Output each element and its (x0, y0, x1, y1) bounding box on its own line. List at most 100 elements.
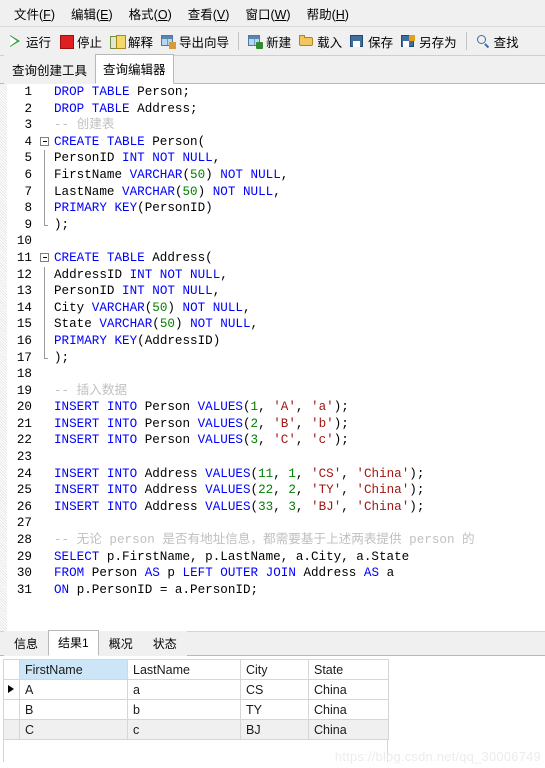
code-line[interactable]: -- 创建表 (51, 117, 545, 134)
fold-marker-slot[interactable] (38, 250, 51, 267)
code-line[interactable]: DROP TABLE Person; (51, 84, 545, 101)
table-cell[interactable]: BJ (240, 719, 309, 740)
run-triangle-icon (8, 34, 23, 49)
table-cell[interactable]: b (127, 699, 241, 720)
result-tab-2[interactable]: 结果1 (48, 630, 99, 656)
code-line[interactable]: INSERT INTO Address VALUES(11, 1, 'CS', … (51, 466, 545, 483)
token-cmt: -- 插入数据 (54, 383, 128, 398)
table-cell[interactable]: TY (240, 699, 309, 720)
table-cell[interactable]: A (19, 679, 128, 700)
toolbar-button-explain-note[interactable]: 解释 (106, 30, 157, 53)
toolbar-button-stop-square[interactable]: 停止 (55, 30, 106, 53)
token-str: 'C' (273, 433, 296, 448)
menu-item-3[interactable]: 格式(O) (121, 1, 180, 26)
menu-item-5[interactable]: 窗口(W) (237, 1, 298, 26)
code-line[interactable]: ); (51, 217, 545, 234)
toolbar-button-label: 导出向导 (179, 35, 230, 50)
code-line[interactable]: PRIMARY KEY(PersonID) (51, 200, 545, 217)
code-line[interactable]: ); (51, 350, 545, 367)
column-header-city[interactable]: City (240, 659, 309, 680)
sql-editor-area[interactable]: 1 2 3 4 5 6 7 8 9 10 11 12 13 14 15 16 17 18 19 20 21 22 23 24 2… (0, 84, 545, 632)
code-line[interactable]: INSERT INTO Person VALUES(1, 'A', 'a'); (51, 399, 545, 416)
result-grid-wrapper[interactable]: FirstName LastName City State Aa CS China Bb TY… (0, 656, 545, 768)
table-cell[interactable]: c (127, 719, 241, 740)
result-grid[interactable]: FirstName LastName City State Aa CS China Bb TY… (3, 659, 389, 740)
sql-code-text[interactable]: DROP TABLE Person; DROP TABLE Address; -- … (51, 84, 545, 631)
code-folding-column[interactable] (38, 84, 51, 631)
code-line[interactable]: PRIMARY KEY(AddressID) (51, 333, 545, 350)
column-header-firstname[interactable]: FirstName (19, 659, 128, 680)
toolbar-button-new-query[interactable]: 新建 (244, 30, 295, 53)
token-pun: , (258, 416, 274, 431)
toolbar-button-search-magnifier[interactable]: 查找 (472, 30, 523, 53)
code-line[interactable]: INSERT INTO Address VALUES(33, 3, 'BJ', … (51, 499, 545, 516)
tab-2[interactable]: 查询编辑器 (95, 54, 174, 84)
fold-marker-slot (38, 482, 51, 499)
code-line[interactable]: PersonID INT NOT NULL, (51, 283, 545, 300)
code-line[interactable]: FirstName VARCHAR(50) NOT NULL, (51, 167, 545, 184)
code-line[interactable]: -- 无论 person 是否有地址信息，都需要基于上述两表提供 person … (51, 532, 545, 549)
grid-header-row: FirstName LastName City State (3, 659, 389, 680)
token-kw: VARCHAR (122, 184, 175, 199)
token-kw: CREATE TABLE (54, 134, 153, 149)
fold-marker-slot[interactable] (38, 134, 51, 151)
result-tab-3[interactable]: 概况 (98, 631, 143, 656)
toolbar-button-floppy-save[interactable]: 保存 (346, 30, 397, 53)
table-cell[interactable]: China (308, 679, 389, 700)
result-tab-4[interactable]: 状态 (142, 631, 187, 656)
table-cell[interactable]: China (308, 699, 389, 720)
toolbar-button-export-wizard[interactable]: 导出向导 (157, 30, 233, 53)
token-pun: ( (250, 499, 259, 514)
table-cell[interactable]: China (308, 719, 389, 740)
code-line[interactable] (51, 449, 545, 466)
code-line[interactable]: State VARCHAR(50) NOT NULL, (51, 316, 545, 333)
fold-collapse-icon[interactable] (40, 137, 49, 147)
code-line[interactable]: CREATE TABLE Address( (51, 250, 545, 267)
row-indicator-cell[interactable] (3, 699, 20, 720)
code-line[interactable]: ON p.PersonID = a.PersonID; (51, 582, 545, 599)
code-line[interactable] (51, 233, 545, 250)
menu-item-6[interactable]: 帮助(H) (299, 1, 357, 26)
table-cell[interactable]: CS (240, 679, 309, 700)
code-line[interactable]: DROP TABLE Address; (51, 101, 545, 118)
toolbar-button-folder-open[interactable]: 载入 (295, 30, 346, 53)
row-indicator-cell[interactable] (3, 679, 20, 700)
line-number: 29 (16, 549, 32, 564)
table-row[interactable]: Cc BJ China (3, 719, 389, 740)
menu-item-1[interactable]: 文件(F) (6, 1, 63, 26)
code-line[interactable]: LastName VARCHAR(50) NOT NULL, (51, 184, 545, 201)
code-line[interactable]: INSERT INTO Address VALUES(22, 2, 'TY', … (51, 482, 545, 499)
row-indicator-cell[interactable] (3, 719, 20, 740)
table-cell[interactable]: C (19, 719, 128, 740)
menu-item-4[interactable]: 查看(V) (180, 1, 238, 26)
menu-item-2[interactable]: 编辑(E) (63, 1, 121, 26)
token-kw: VALUES (197, 433, 243, 448)
code-line[interactable]: City VARCHAR(50) NOT NULL, (51, 300, 545, 317)
fold-marker-slot (38, 499, 51, 516)
code-line[interactable]: -- 插入数据 (51, 383, 545, 400)
column-header-state[interactable]: State (308, 659, 389, 680)
token-str: 'CS' (311, 466, 342, 481)
table-row[interactable]: Aa CS China (3, 679, 389, 700)
code-line[interactable]: AddressID INT NOT NULL, (51, 267, 545, 284)
code-line[interactable]: FROM Person AS p LEFT OUTER JOIN Address… (51, 565, 545, 582)
tab-1[interactable]: 查询创建工具 (4, 55, 96, 84)
table-cell[interactable]: B (19, 699, 128, 720)
result-tab-1[interactable]: 信息 (4, 631, 49, 656)
column-header-lastname[interactable]: LastName (127, 659, 241, 680)
new-query-icon (248, 34, 264, 49)
code-line[interactable]: INSERT INTO Person VALUES(3, 'C', 'c'); (51, 432, 545, 449)
token-id: (AddressID) (137, 333, 221, 348)
toolbar-button-floppy-save-as[interactable]: 另存为 (397, 30, 461, 53)
code-line[interactable]: INSERT INTO Person VALUES(2, 'B', 'b'); (51, 416, 545, 433)
code-line[interactable]: SELECT p.FirstName, p.LastName, a.City, … (51, 549, 545, 566)
fold-marker-slot (38, 283, 51, 300)
toolbar-button-run-triangle[interactable]: 运行 (4, 30, 55, 53)
fold-collapse-icon[interactable] (40, 253, 49, 263)
table-row[interactable]: Bb TY China (3, 699, 389, 720)
code-line[interactable]: CREATE TABLE Person( (51, 134, 545, 151)
table-cell[interactable]: a (127, 679, 241, 700)
code-line[interactable] (51, 515, 545, 532)
code-line[interactable] (51, 366, 545, 383)
code-line[interactable]: PersonID INT NOT NULL, (51, 150, 545, 167)
